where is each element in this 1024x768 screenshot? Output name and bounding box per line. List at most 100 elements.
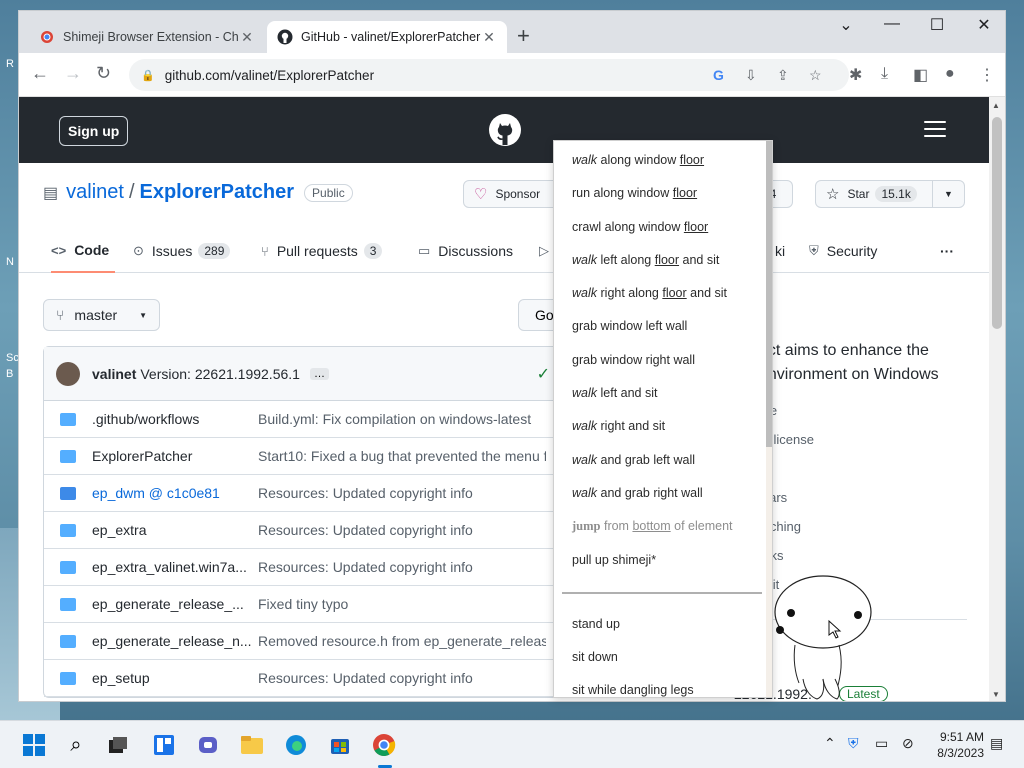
file-commit-message[interactable]: Build.yml: Fix compilation on windows-la… [258, 411, 546, 427]
menu-item-run-along-floor[interactable]: run along window floor [572, 186, 697, 200]
table-row[interactable]: ep_generate_release_... Fixed tiny typo [44, 586, 562, 623]
file-commit-message[interactable]: Fixed tiny typo [258, 596, 546, 612]
github-logo-icon[interactable] [489, 114, 521, 146]
scroll-up-icon[interactable]: ▲ [992, 101, 1000, 110]
reload-button[interactable]: ↻ [96, 63, 111, 84]
menu-scrollbar-thumb[interactable] [766, 141, 772, 447]
tab-wiki[interactable]: ki [775, 229, 785, 273]
menu-item-stand-up[interactable]: stand up [572, 617, 620, 631]
menu-item-sit-dangling-legs[interactable]: sit while dangling legs [572, 683, 694, 697]
forward-button[interactable]: → [64, 63, 82, 84]
tab-search-icon[interactable]: ⌄ [831, 15, 861, 35]
file-name[interactable]: ep_extra [92, 522, 258, 538]
file-name[interactable]: ep_setup [92, 670, 258, 686]
tab-discussions[interactable]: ▭ Discussions [418, 229, 513, 273]
table-row[interactable]: ExplorerPatcher Start10: Fixed a bug tha… [44, 438, 562, 475]
file-explorer-icon[interactable] [238, 731, 266, 759]
file-commit-message[interactable]: Resources: Updated copyright info [258, 559, 546, 575]
security-shield-icon[interactable]: ⛨ [848, 735, 859, 752]
commit-expand-button[interactable]: … [309, 367, 329, 380]
menu-item-walk-left-floor-sit[interactable]: walk left along floor and sit [572, 253, 719, 267]
menu-item-walk-right-sit[interactable]: walk right and sit [572, 419, 665, 433]
install-app-icon[interactable]: ⇩ [745, 67, 757, 84]
sponsor-button[interactable]: ♡ Sponsor [463, 180, 563, 208]
tab-close-icon[interactable]: ✕ [481, 29, 497, 46]
notification-icon[interactable]: ▤ [990, 735, 1003, 752]
extensions-puzzle-icon[interactable]: ✱ [849, 65, 862, 85]
file-commit-message[interactable]: Resources: Updated copyright info [258, 670, 546, 686]
tab-issues[interactable]: ⊙ Issues 289 [133, 229, 231, 273]
star-list-dropdown[interactable]: ▼ [932, 180, 965, 208]
tab-code[interactable]: <> Code [51, 229, 115, 273]
windows-start-icon[interactable] [20, 731, 48, 759]
menu-item-walk-right-floor-sit[interactable]: walk right along floor and sit [572, 286, 727, 300]
table-row[interactable]: ep_extra Resources: Updated copyright in… [44, 512, 562, 549]
network-icon[interactable]: ▭ [875, 735, 888, 752]
file-commit-message[interactable]: Start10: Fixed a bug that prevented the … [258, 448, 546, 464]
tab-close-icon[interactable]: ✕ [239, 29, 255, 46]
commit-message[interactable]: Version: 22621.1992.56.1 [140, 366, 300, 382]
maximize-button[interactable]: ☐ [922, 15, 952, 35]
chrome-icon[interactable] [370, 731, 398, 759]
back-button[interactable]: ← [31, 63, 49, 84]
file-commit-message[interactable]: Removed resource.h from ep_generate_rele… [258, 633, 546, 649]
file-name[interactable]: ep_generate_release_n... [92, 633, 258, 649]
file-commit-message[interactable]: Resources: Updated copyright info [258, 522, 546, 538]
file-name[interactable]: ep_extra_valinet.win7a... [92, 559, 258, 575]
menu-item-pull-up-shimeji[interactable]: pull up shimeji* [572, 553, 656, 567]
repo-name-link[interactable]: ExplorerPatcher [140, 181, 295, 204]
bookmark-star-icon[interactable]: ☆ [809, 67, 822, 84]
store-icon[interactable] [326, 731, 354, 759]
table-row[interactable]: .github/workflows Build.yml: Fix compila… [44, 401, 562, 438]
address-bar[interactable]: 🔒 github.com/valinet/ExplorerPatcher [129, 59, 849, 91]
system-clock[interactable]: 9:51 AM 8/3/2023 [928, 729, 984, 761]
widgets-icon[interactable] [150, 731, 178, 759]
menu-item-sit-down[interactable]: sit down [572, 650, 618, 664]
google-lens-icon[interactable]: G [713, 67, 724, 83]
table-row[interactable]: ep_dwm @ c1c0e81 Resources: Updated copy… [44, 475, 562, 512]
minimize-button[interactable]: — [877, 15, 907, 33]
close-window-button[interactable]: ✕ [969, 15, 999, 35]
sign-up-button[interactable]: Sign up [59, 116, 129, 146]
table-row[interactable]: ep_extra_valinet.win7a... Resources: Upd… [44, 549, 562, 586]
star-button[interactable]: ☆ Star 15.1k [815, 180, 933, 208]
file-name[interactable]: ep_dwm @ c1c0e81 [92, 485, 258, 501]
file-name[interactable]: .github/workflows [92, 411, 258, 427]
task-view-icon[interactable] [104, 731, 132, 759]
side-panel-icon[interactable]: ◧ [913, 65, 928, 85]
menu-item-grab-left-wall[interactable]: grab window left wall [572, 319, 687, 333]
more-tabs-button[interactable]: ··· [940, 229, 954, 273]
edge-icon[interactable] [282, 731, 310, 759]
tab-github-explorerpatcher[interactable]: GitHub - valinet/ExplorerPatcher ✕ [267, 21, 507, 53]
menu-item-walk-grab-left-wall[interactable]: walk and grab left wall [572, 453, 695, 467]
tab-pull-requests[interactable]: ⑂ Pull requests 3 [261, 229, 383, 273]
profile-avatar-icon[interactable]: ● [945, 65, 955, 83]
downloads-icon[interactable]: ⤓ [881, 65, 888, 83]
scrollbar-thumb[interactable] [992, 117, 1002, 329]
menu-item-walk-left-sit[interactable]: walk left and sit [572, 386, 657, 400]
teams-icon[interactable] [194, 731, 222, 759]
commit-author[interactable]: valinet [92, 366, 136, 382]
table-row[interactable]: ep_setup Resources: Updated copyright in… [44, 660, 562, 697]
branch-selector[interactable]: ⑂ master ▼ [43, 299, 160, 331]
search-icon[interactable]: ⌕ [62, 731, 90, 759]
file-name[interactable]: ep_generate_release_... [92, 596, 258, 612]
file-commit-message[interactable]: Resources: Updated copyright info [258, 485, 546, 501]
table-row[interactable]: ep_generate_release_n... Removed resourc… [44, 623, 562, 660]
file-name[interactable]: ExplorerPatcher [92, 448, 258, 464]
chrome-menu-icon[interactable]: ⋮ [979, 65, 995, 85]
repo-owner-link[interactable]: valinet [66, 181, 124, 204]
new-tab-button[interactable]: + [517, 25, 530, 47]
menu-item-grab-right-wall[interactable]: grab window right wall [572, 353, 695, 367]
tab-shimeji-extension[interactable]: Shimeji Browser Extension - Chro ✕ [29, 21, 265, 53]
menu-item-walk-along-floor[interactable]: walk along window floor [572, 153, 704, 167]
shimeji-mascot[interactable] [765, 575, 885, 703]
hamburger-menu-icon[interactable] [924, 121, 946, 142]
page-scrollbar[interactable]: ▲ ▼ [989, 97, 1005, 701]
share-icon[interactable]: ⇪ [777, 67, 789, 84]
show-hidden-icons-chevron-icon[interactable]: ⌃ [824, 735, 836, 752]
tab-security[interactable]: ⛨ Security [809, 229, 877, 273]
menu-item-crawl-along-floor[interactable]: crawl along window floor [572, 220, 708, 234]
scroll-down-icon[interactable]: ▼ [992, 690, 1000, 699]
volume-muted-icon[interactable]: ⊘ [902, 735, 914, 752]
